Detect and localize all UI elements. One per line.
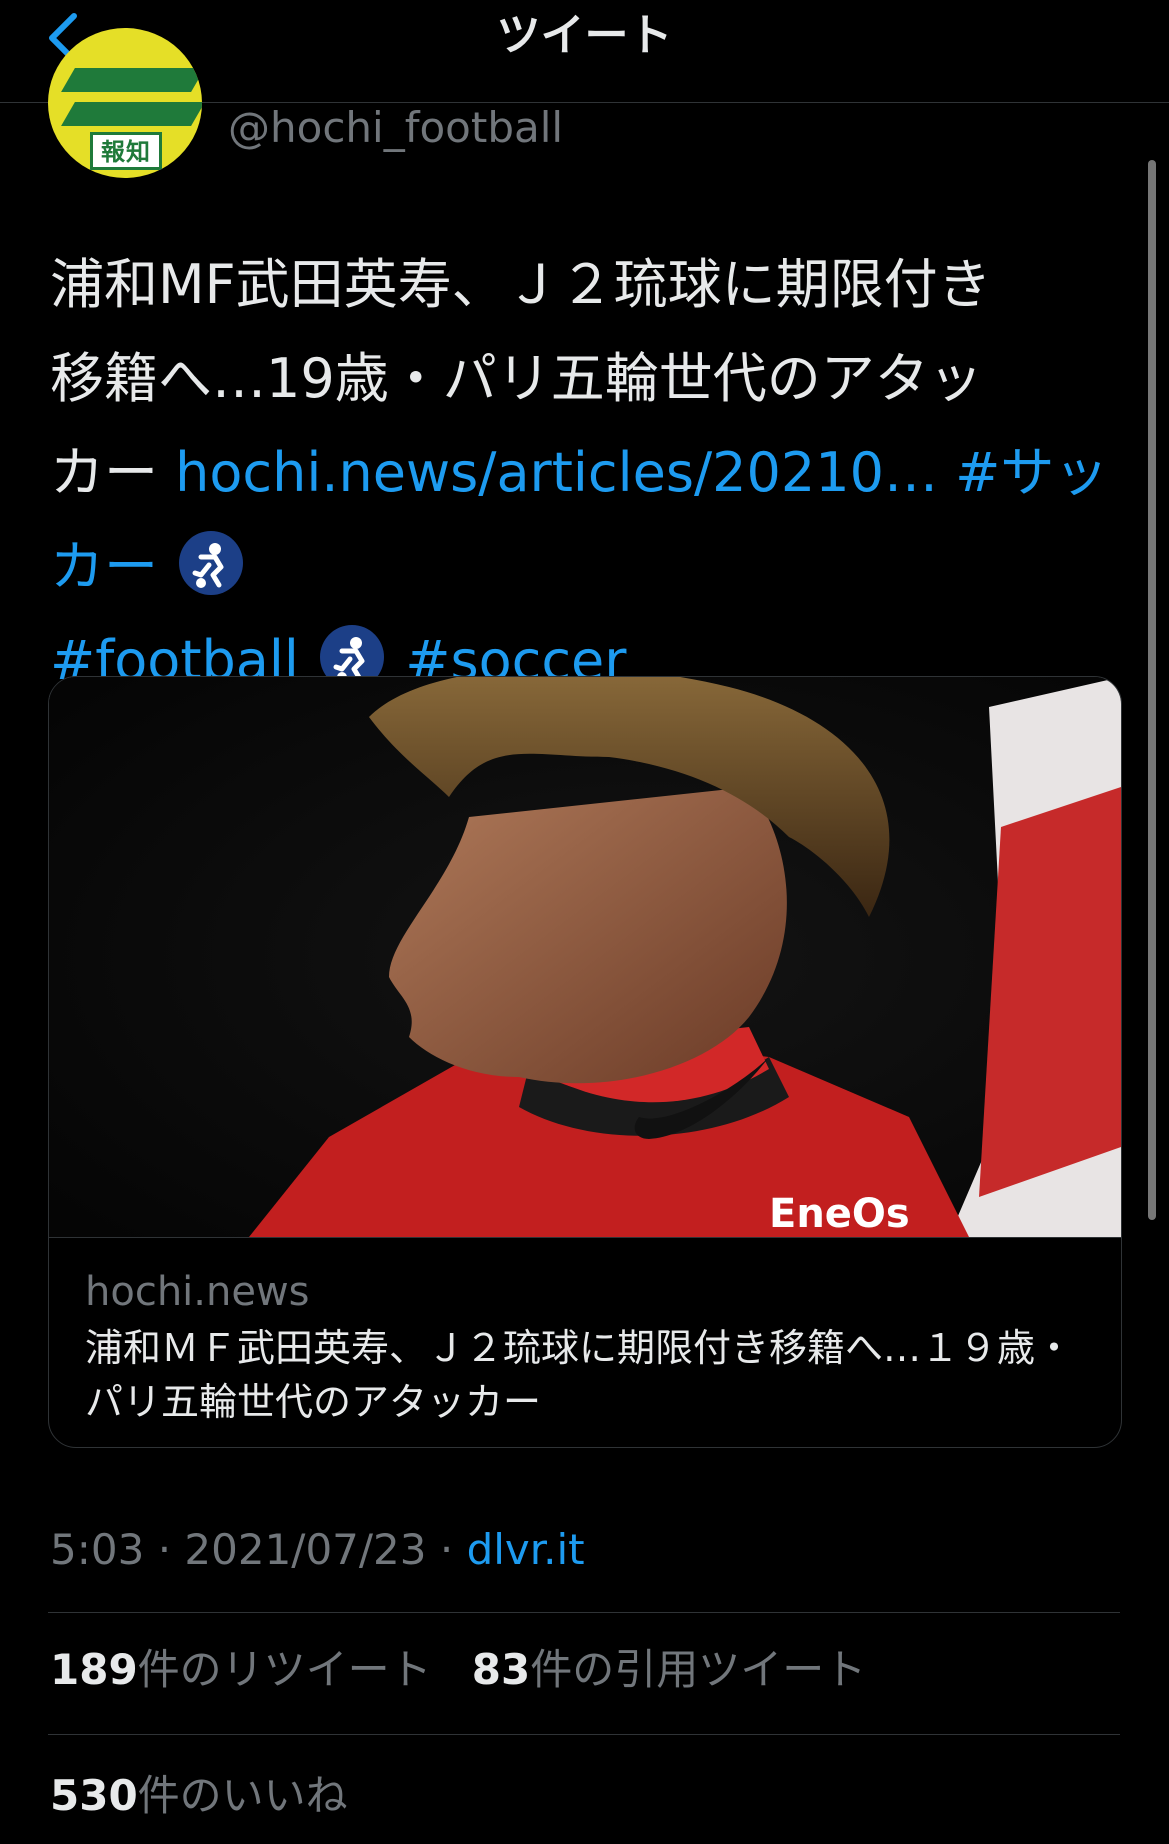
divider: [48, 1734, 1120, 1735]
quotes-count: 83: [471, 1645, 531, 1694]
card-image: EneOs: [49, 677, 1121, 1238]
tweet-date: 2021/07/23: [184, 1525, 427, 1574]
retweets-label: 件のリツイート: [137, 1645, 432, 1694]
svg-text:EneOs: EneOs: [769, 1191, 910, 1237]
retweets-stat[interactable]: 189件のリツイート: [50, 1645, 432, 1694]
likes-label: 件のいいね: [137, 1771, 348, 1820]
quotes-label: 件の引用ツイート: [530, 1645, 867, 1694]
likes-count: 530: [50, 1771, 138, 1820]
tweet-text: 浦和MF武田英寿、Ｊ２琉球に期限付き 移籍へ…19歳・パリ五輪世代のアタッ カー…: [50, 238, 1110, 708]
divider: [48, 1612, 1120, 1613]
tweet-text-fragment: カー: [50, 441, 158, 504]
tweet-text-line: 移籍へ…19歳・パリ五輪世代のアタッ: [50, 347, 983, 410]
soccer-player-icon: [179, 531, 244, 595]
card-domain: hochi.news: [85, 1269, 310, 1315]
meta-separator: ·: [439, 1525, 454, 1574]
player-photo: EneOs: [49, 677, 1121, 1237]
avatar-stripe: [61, 102, 202, 126]
engagement-stats: 189件のリツイート 83件の引用ツイート: [50, 1640, 866, 1700]
tweet-text-line: 浦和MF武田英寿、Ｊ２琉球に期限付き: [50, 253, 992, 316]
retweets-count: 189: [50, 1645, 138, 1694]
link-preview-card[interactable]: EneOs hochi.news 浦和ＭＦ武田英寿、Ｊ２琉球に期限付き移籍へ…１…: [48, 676, 1122, 1448]
tweet-source-link[interactable]: dlvr.it: [467, 1525, 585, 1574]
card-title: 浦和ＭＦ武田英寿、Ｊ２琉球に期限付き移籍へ…１９歳・パリ五輪世代のアタッカー: [85, 1326, 1074, 1424]
quote-tweets-stat[interactable]: 83件の引用ツイート: [472, 1645, 866, 1694]
article-link[interactable]: hochi.news/articles/20210…: [175, 441, 938, 504]
scrollbar[interactable]: [1148, 160, 1156, 1220]
avatar-logo-text: 報知: [90, 132, 162, 170]
author-handle[interactable]: @hochi_football: [228, 98, 563, 158]
avatar-stripe: [61, 68, 202, 92]
tweet-text-line: カー hochi.news/articles/20210… #サッカー: [50, 426, 1110, 614]
avatar[interactable]: 報知: [48, 28, 202, 178]
tweet-meta: 5:03 · 2021/07/23 · dlvr.it: [50, 1520, 585, 1580]
likes-stat[interactable]: 530件のいいね: [50, 1766, 348, 1826]
tweet-time: 5:03: [50, 1525, 145, 1574]
meta-separator: ·: [157, 1525, 172, 1574]
